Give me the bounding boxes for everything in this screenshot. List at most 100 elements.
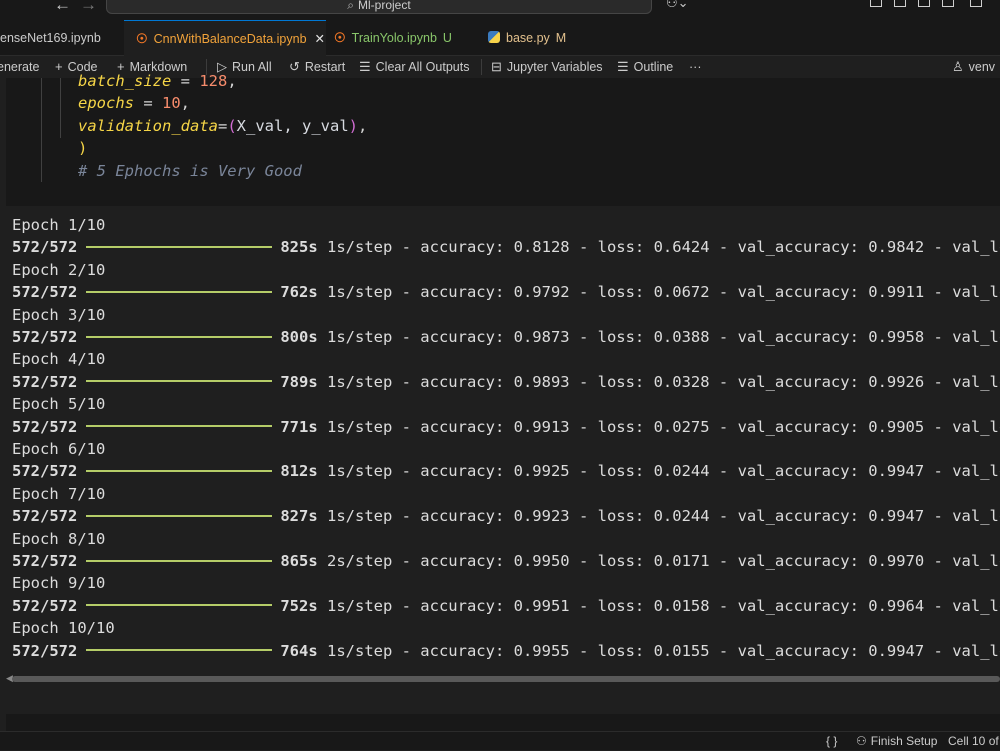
progress-bar [86, 514, 273, 517]
tab-label: CnnWithBalanceData.ipynb [153, 32, 307, 46]
copilot-status-icon: ⚇ [856, 734, 867, 748]
progress-bar [86, 425, 273, 428]
epoch-time: 764s [280, 641, 318, 660]
epoch-header: Epoch 6/10 [12, 440, 106, 458]
tab-cnnwithbalancedata[interactable]: ☉ CnnWithBalanceData.ipynb ✕ [124, 20, 326, 56]
epoch-progress-line: 572/572 825s 1s/step - accuracy: 0.8128 -… [12, 236, 1000, 258]
code-token: = [217, 117, 228, 135]
clear-all-icon: ☰ [359, 59, 371, 74]
code-token: ) [348, 117, 358, 135]
code-token: , [227, 72, 237, 90]
epoch-header: Epoch 8/10 [12, 529, 106, 548]
progress-bar [86, 335, 273, 338]
editor-tab-bar: enseNet169.ipynb ☉ CnnWithBalanceData.ipy… [0, 20, 1000, 56]
python-icon [488, 31, 500, 43]
jupyter-variables-button[interactable]: ⊟ Jupyter Variables [491, 56, 603, 78]
epoch-progress-line: 572/572 812s 1s/step - accuracy: 0.9925 -… [12, 460, 1000, 482]
epoch-time: 812s [280, 462, 318, 481]
epoch-metrics: 1s/step - accuracy: 0.9951 - loss: 0.015… [317, 596, 1000, 615]
arrow-right-icon[interactable]: → [80, 0, 97, 15]
epoch-time: 827s [280, 507, 318, 526]
tab-label: base.py [506, 31, 550, 45]
epoch-time: 800s [280, 328, 318, 346]
code-token: 128 [199, 72, 228, 90]
restart-label: Restart [304, 60, 346, 74]
tab-base-py[interactable]: base.py M [480, 20, 580, 56]
progress-bar [86, 245, 273, 248]
restart-icon: ↺ [289, 59, 300, 74]
modified-badge: M [555, 31, 567, 45]
epoch-metrics: 1s/step - accuracy: 0.9873 - loss: 0.038… [317, 328, 1000, 346]
epoch-time: 825s [280, 238, 318, 257]
epoch-progress-line: 572/572 771s 1s/step - accuracy: 0.9913 -… [12, 416, 1000, 438]
epoch-header: Epoch 2/10 [12, 260, 106, 279]
arrow-left-icon[interactable]: ← [54, 0, 71, 15]
horizontal-scrollbar[interactable] [12, 676, 1000, 682]
status-bar: { } ⚇ Finish Setup Cell 10 of [0, 731, 1000, 750]
tab-densenet169[interactable]: enseNet169.ipynb [0, 20, 124, 56]
step-count: 572/572 [12, 552, 78, 570]
step-count: 572/572 [12, 462, 78, 481]
code-line-validation-data: validation_data=(X_val, y_val), [78, 115, 367, 137]
step-count: 572/572 [12, 283, 78, 302]
clear-all-outputs-button[interactable]: ☰ Clear All Outputs [359, 56, 469, 78]
code-token: = [171, 72, 200, 90]
untracked-badge: U [442, 31, 452, 45]
epoch-header: Epoch 4/10 [12, 350, 106, 369]
step-count: 572/572 [12, 238, 78, 257]
clear-all-outputs-label: Clear All Outputs [375, 60, 470, 74]
code-token: , [180, 94, 191, 112]
next-code-cell[interactable] [6, 714, 1000, 732]
progress-bar [86, 604, 273, 607]
jupyter-icon: ☉ [136, 31, 148, 46]
customize-layout-icon[interactable] [870, 0, 882, 7]
indent-guide [41, 78, 42, 182]
epoch-metrics: 1s/step - accuracy: 0.9925 - loss: 0.024… [317, 462, 1000, 481]
epoch-time: 771s [280, 417, 318, 436]
epoch-progress-line: 572/572 762s 1s/step - accuracy: 0.9792 -… [12, 281, 1000, 303]
copilot-icon[interactable]: ⚇⌄ [666, 0, 689, 11]
tab-trainyolo[interactable]: ☉ TrainYolo.ipynb U [326, 20, 474, 56]
epoch-header: Epoch 5/10 [12, 395, 106, 414]
search-text: Ml-project [358, 0, 411, 12]
epoch-header: Epoch 1/10 [12, 216, 106, 234]
kernel-picker[interactable]: ♙ venv [952, 56, 995, 78]
outline-button[interactable]: ☰ Outline [617, 56, 673, 78]
command-center-search[interactable]: ⌕ Ml-project [106, 0, 652, 14]
kernel-icon: ♙ [952, 59, 964, 74]
indent-guide [60, 78, 61, 138]
title-bar: ← → ⌕ Ml-project ⚇⌄ [0, 0, 1000, 20]
step-count: 572/572 [12, 596, 78, 615]
code-cell-editor[interactable]: batch_size = 128, epochs = 10, validatio… [6, 72, 1000, 206]
generate-button[interactable]: enerate [0, 56, 39, 78]
progress-bar [86, 380, 273, 383]
epoch-time: 752s [280, 596, 318, 615]
outline-label: Outline [633, 60, 674, 74]
close-icon[interactable]: ✕ [315, 32, 325, 46]
toggle-sidebar-icon[interactable] [894, 0, 906, 7]
code-line-batch-size: batch_size = 128, [78, 70, 237, 92]
kernel-label: venv [968, 60, 996, 74]
epoch-header: Epoch 9/10 [12, 574, 106, 593]
jupyter-icon: ☉ [334, 30, 346, 45]
language-braces-icon[interactable]: { } [826, 732, 837, 751]
plus-icon: + [55, 59, 63, 74]
epoch-header: Epoch 7/10 [12, 484, 106, 503]
more-actions-button[interactable]: ··· [689, 56, 702, 78]
run-all-label: Run All [232, 60, 272, 74]
code-token: X_val, y_val [236, 117, 349, 135]
epoch-progress-line: 572/572 865s 2s/step - accuracy: 0.9950 -… [12, 550, 1000, 572]
cell-indicator[interactable]: Cell 10 of [948, 732, 999, 751]
window-minimize-icon[interactable] [970, 0, 982, 7]
tab-label: enseNet169.ipynb [0, 31, 101, 45]
step-count: 572/572 [12, 641, 78, 660]
epoch-progress-line: 572/572 752s 1s/step - accuracy: 0.9951 -… [12, 595, 1000, 617]
epoch-header: Epoch 10/10 [12, 619, 115, 638]
toggle-panel-icon[interactable] [918, 0, 930, 7]
toggle-secondary-sidebar-icon[interactable] [942, 0, 954, 7]
restart-button[interactable]: ↺ Restart [289, 56, 345, 78]
epoch-header: Epoch 3/10 [12, 305, 106, 324]
toolbar-divider [481, 59, 482, 75]
step-count: 572/572 [12, 328, 78, 346]
finish-setup-button[interactable]: ⚇ Finish Setup [856, 732, 937, 751]
